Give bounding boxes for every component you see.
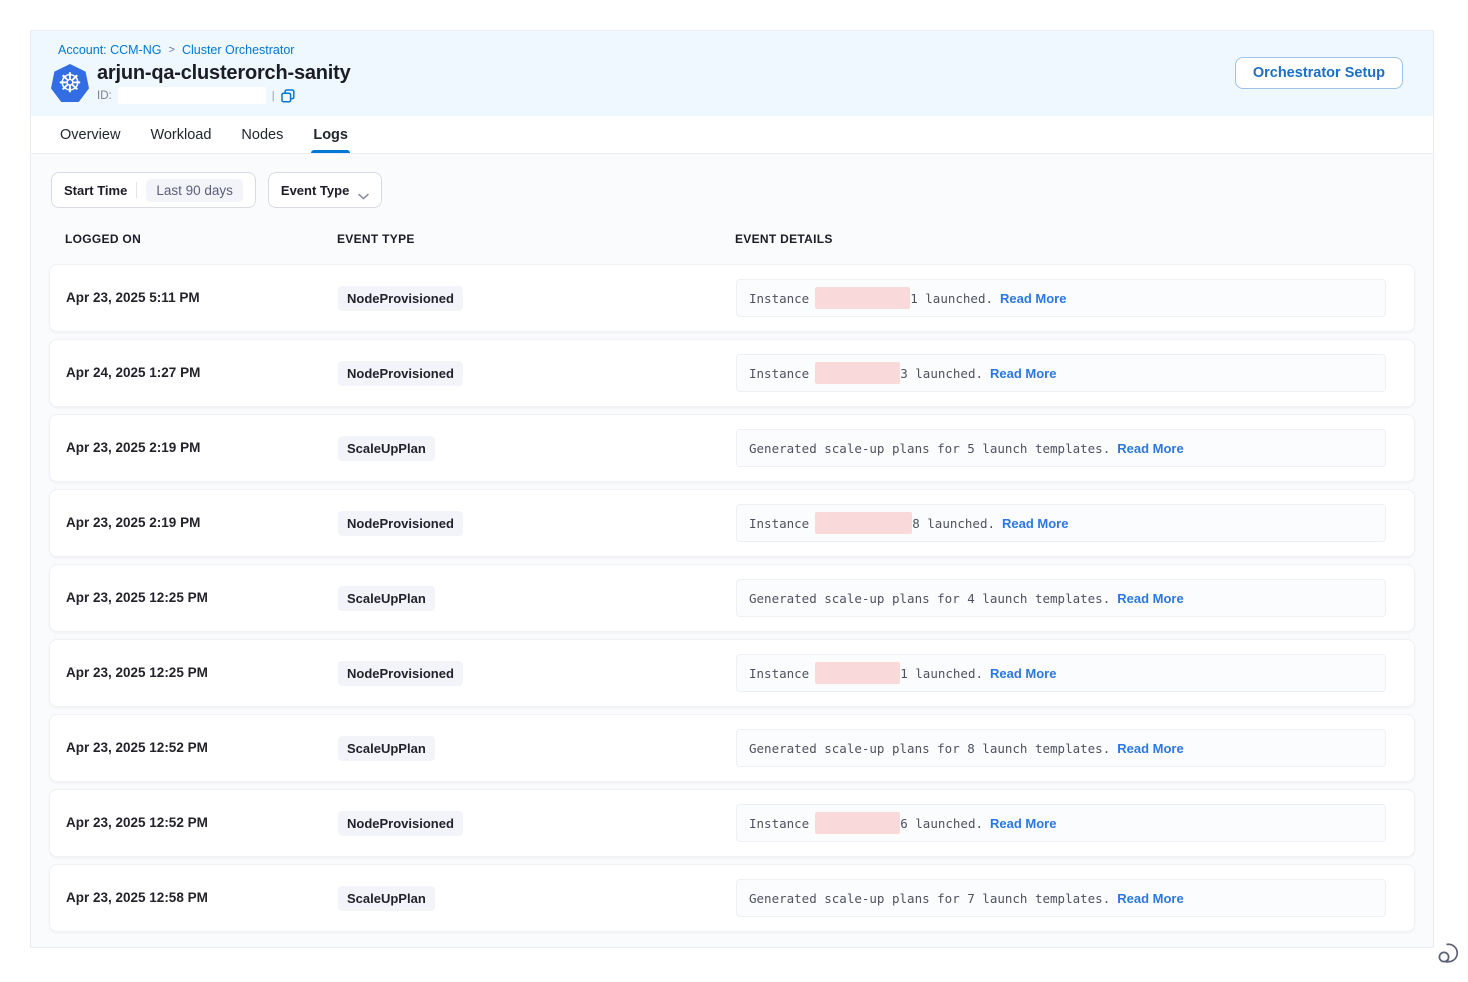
- start-time-label: Start Time: [64, 183, 127, 198]
- start-time-value: Last 90 days: [146, 179, 243, 202]
- breadcrumb: Account: CCM-NG > Cluster Orchestrator: [58, 43, 1405, 57]
- log-table-row: Apr 23, 2025 5:11 PM NodeProvisioned Ins…: [49, 264, 1415, 332]
- breadcrumb-account-link[interactable]: Account: CCM-NG: [58, 43, 162, 57]
- event-type-badge: ScaleUpPlan: [338, 436, 435, 461]
- tab-nodes[interactable]: Nodes: [239, 116, 285, 153]
- event-detail-text: Generated scale-up plans for 4 launch te…: [749, 591, 1110, 606]
- title-row: ☸ arjun-qa-clusterorch-sanity ID: |: [51, 62, 1405, 104]
- log-table-row: Apr 23, 2025 12:52 PM ScaleUpPlan Genera…: [49, 714, 1415, 782]
- event-detail-text: Instance: [749, 666, 809, 681]
- log-table-row: Apr 24, 2025 1:27 PM NodeProvisioned Ins…: [49, 339, 1415, 407]
- tab-workload[interactable]: Workload: [148, 116, 213, 153]
- tabs: Overview Workload Nodes Logs: [31, 116, 1433, 154]
- redaction-block: [815, 812, 900, 834]
- cluster-orchestrator-panel: Account: CCM-NG > Cluster Orchestrator ☸…: [30, 30, 1434, 948]
- event-detail-box: Instance 3 launched. Read More: [736, 354, 1386, 392]
- id-redacted-value: [118, 87, 266, 104]
- event-detail-suffix: 3 launched.: [900, 366, 983, 381]
- copy-icon[interactable]: [281, 89, 295, 103]
- event-detail-text: Generated scale-up plans for 7 launch te…: [749, 891, 1110, 906]
- log-table-row: Apr 23, 2025 12:25 PM ScaleUpPlan Genera…: [49, 564, 1415, 632]
- event-detail-text: Generated scale-up plans for 5 launch te…: [749, 441, 1110, 456]
- event-detail-box: Generated scale-up plans for 7 launch te…: [736, 879, 1386, 917]
- breadcrumb-separator-icon: >: [169, 44, 175, 56]
- event-type-badge: NodeProvisioned: [338, 511, 463, 536]
- event-type-badge: NodeProvisioned: [338, 286, 463, 311]
- event-detail-suffix: 8 launched.: [912, 516, 995, 531]
- page-title: arjun-qa-clusterorch-sanity: [97, 62, 351, 85]
- log-table-row: Apr 23, 2025 12:25 PM NodeProvisioned In…: [49, 639, 1415, 707]
- orchestrator-setup-button[interactable]: Orchestrator Setup: [1235, 57, 1403, 89]
- event-type-badge: NodeProvisioned: [338, 811, 463, 836]
- log-table-row: Apr 23, 2025 2:19 PM ScaleUpPlan Generat…: [49, 414, 1415, 482]
- id-label: ID:: [97, 90, 112, 102]
- row-logged-on: Apr 23, 2025 12:52 PM: [66, 815, 208, 830]
- column-header-event-type: EVENT TYPE: [337, 232, 735, 250]
- log-table-row: Apr 23, 2025 12:52 PM NodeProvisioned In…: [49, 789, 1415, 857]
- row-logged-on: Apr 23, 2025 2:19 PM: [66, 515, 200, 530]
- event-detail-text: Instance: [749, 291, 809, 306]
- row-logged-on: Apr 23, 2025 12:52 PM: [66, 740, 208, 755]
- read-more-link[interactable]: Read More: [1117, 891, 1183, 906]
- row-logged-on: Apr 23, 2025 12:58 PM: [66, 890, 208, 905]
- chevron-down-icon: [358, 187, 369, 194]
- logs-content: Start Time Last 90 days Event Type LOGGE…: [31, 154, 1433, 932]
- redaction-block: [815, 362, 900, 384]
- read-more-link[interactable]: Read More: [1000, 291, 1066, 306]
- row-logged-on: Apr 23, 2025 12:25 PM: [66, 590, 208, 605]
- row-logged-on: Apr 23, 2025 12:25 PM: [66, 665, 208, 680]
- tab-overview[interactable]: Overview: [58, 116, 122, 153]
- kubernetes-icon: ☸: [51, 64, 89, 102]
- row-logged-on: Apr 23, 2025 2:19 PM: [66, 440, 200, 455]
- event-type-badge: NodeProvisioned: [338, 661, 463, 686]
- read-more-link[interactable]: Read More: [990, 666, 1056, 681]
- event-detail-box: Instance 6 launched. Read More: [736, 804, 1386, 842]
- log-table-header: LOGGED ON EVENT TYPE EVENT DETAILS: [49, 232, 1415, 250]
- redaction-block: [815, 512, 912, 534]
- breadcrumb-section-link[interactable]: Cluster Orchestrator: [182, 43, 295, 57]
- event-detail-box: Instance 1 launched. Read More: [736, 654, 1386, 692]
- column-header-event-details: EVENT DETAILS: [735, 232, 1399, 250]
- redaction-block: [815, 662, 900, 684]
- event-type-badge: ScaleUpPlan: [338, 886, 435, 911]
- log-table-row: Apr 23, 2025 12:58 PM ScaleUpPlan Genera…: [49, 864, 1415, 932]
- event-type-badge: ScaleUpPlan: [338, 586, 435, 611]
- chat-bubble-icon[interactable]: [1436, 940, 1462, 966]
- event-detail-suffix: 1 launched.: [910, 291, 993, 306]
- column-header-logged-on: LOGGED ON: [65, 232, 337, 250]
- log-table-row: Apr 23, 2025 2:19 PM NodeProvisioned Ins…: [49, 489, 1415, 557]
- event-detail-box: Instance 8 launched. Read More: [736, 504, 1386, 542]
- page-header: Account: CCM-NG > Cluster Orchestrator ☸…: [31, 31, 1433, 116]
- tab-logs[interactable]: Logs: [311, 116, 350, 153]
- read-more-link[interactable]: Read More: [1117, 441, 1183, 456]
- event-detail-text: Instance: [749, 366, 809, 381]
- event-detail-text: Instance: [749, 816, 809, 831]
- event-detail-suffix: 6 launched.: [900, 816, 983, 831]
- event-type-filter[interactable]: Event Type: [268, 172, 382, 208]
- start-time-filter[interactable]: Start Time Last 90 days: [51, 172, 256, 208]
- read-more-link[interactable]: Read More: [990, 366, 1056, 381]
- event-detail-text: Instance: [749, 516, 809, 531]
- event-detail-box: Generated scale-up plans for 5 launch te…: [736, 429, 1386, 467]
- read-more-link[interactable]: Read More: [1117, 591, 1183, 606]
- filter-row: Start Time Last 90 days Event Type: [51, 172, 1415, 208]
- event-detail-suffix: 1 launched.: [900, 666, 983, 681]
- log-table-body: Apr 23, 2025 5:11 PM NodeProvisioned Ins…: [49, 264, 1415, 932]
- event-type-label: Event Type: [281, 183, 349, 198]
- event-detail-box: Instance 1 launched. Read More: [736, 279, 1386, 317]
- read-more-link[interactable]: Read More: [1117, 741, 1183, 756]
- read-more-link[interactable]: Read More: [1002, 516, 1068, 531]
- event-detail-box: Generated scale-up plans for 4 launch te…: [736, 579, 1386, 617]
- row-logged-on: Apr 23, 2025 5:11 PM: [66, 290, 200, 305]
- redaction-block: [815, 287, 910, 309]
- id-separator: |: [272, 90, 275, 102]
- event-type-badge: NodeProvisioned: [338, 361, 463, 386]
- event-detail-box: Generated scale-up plans for 8 launch te…: [736, 729, 1386, 767]
- event-detail-text: Generated scale-up plans for 8 launch te…: [749, 741, 1110, 756]
- read-more-link[interactable]: Read More: [990, 816, 1056, 831]
- event-type-badge: ScaleUpPlan: [338, 736, 435, 761]
- filter-divider: [136, 182, 137, 198]
- row-logged-on: Apr 24, 2025 1:27 PM: [66, 365, 200, 380]
